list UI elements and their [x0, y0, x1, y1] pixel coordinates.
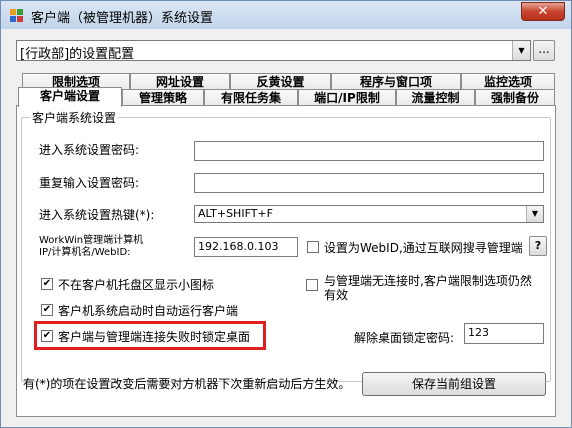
- config-dropdown[interactable]: [行政部]的设置配置 ▼: [16, 40, 531, 62]
- client-area: [行政部]的设置配置 ▼ ... 限制选项 网址设置 反黄设置 程序与窗口项 监…: [7, 30, 565, 422]
- restart-note: 有(*)的项在设置改变后需要对方机器下次重新启动后方生效。: [23, 377, 351, 391]
- webid-checkbox-label: 设置为WebID,通过互联网搜寻管理端: [324, 241, 523, 255]
- settings-window: 客户端（被管理机器）系统设置 ✕ [行政部]的设置配置 ▼ ... 限制选项 网…: [0, 0, 572, 428]
- window-title: 客户端（被管理机器）系统设置: [31, 11, 214, 26]
- hotkey-label: 进入系统设置热键(*):: [39, 208, 155, 222]
- repeat-password-field[interactable]: [194, 173, 544, 193]
- unlock-password-field[interactable]: 123: [464, 323, 544, 344]
- config-dropdown-value: [行政部]的设置配置: [20, 47, 135, 62]
- group-title: 客户端系统设置: [30, 109, 119, 126]
- password-label: 进入系统设置密码:: [39, 143, 140, 157]
- hotkey-dropdown[interactable]: ALT+SHIFT+F ▼: [194, 205, 544, 223]
- autorun-label: 客户机系统启动时自动运行客户端: [58, 304, 239, 318]
- tab-client-settings[interactable]: 客户端设置: [18, 87, 122, 107]
- close-icon: ✕: [537, 4, 549, 19]
- save-group-settings-button[interactable]: 保存当前组设置: [362, 372, 546, 396]
- hide-tray-label: 不在客户机托盘区显示小图标: [58, 278, 215, 292]
- config-browse-button[interactable]: ...: [533, 40, 555, 61]
- disconnect-label-line1: 与管理端无连接时,客户端限制选项仍然: [324, 274, 532, 288]
- lock-desktop-label: 客户端与管理端连接失败时锁定桌面: [58, 330, 251, 344]
- chevron-down-icon[interactable]: ▼: [526, 206, 543, 222]
- help-button[interactable]: ?: [529, 236, 547, 256]
- close-button[interactable]: ✕: [521, 2, 565, 21]
- lock-desktop-checkbox[interactable]: ✔: [41, 330, 53, 342]
- server-address-field[interactable]: 192.168.0.103: [194, 237, 298, 257]
- password-field[interactable]: [194, 141, 544, 161]
- app-icon: [10, 9, 23, 22]
- disconnect-restrict-checkbox[interactable]: [306, 279, 318, 291]
- server-label-line2: IP/计算机名/WebID:: [39, 247, 131, 258]
- autorun-checkbox[interactable]: ✔: [41, 304, 53, 316]
- webid-checkbox[interactable]: [307, 241, 319, 253]
- chevron-down-icon[interactable]: ▼: [512, 41, 530, 60]
- repeat-password-label: 重复输入设置密码:: [39, 176, 140, 190]
- hide-tray-checkbox[interactable]: ✔: [41, 278, 53, 290]
- unlock-password-label: 解除桌面锁定密码:: [354, 331, 455, 345]
- title-bar[interactable]: 客户端（被管理机器）系统设置 ✕: [1, 1, 571, 29]
- server-label-line1: WorkWin管理端计算机: [39, 235, 144, 246]
- hotkey-value: ALT+SHIFT+F: [198, 207, 273, 220]
- disconnect-label-line2: 有效: [324, 288, 349, 302]
